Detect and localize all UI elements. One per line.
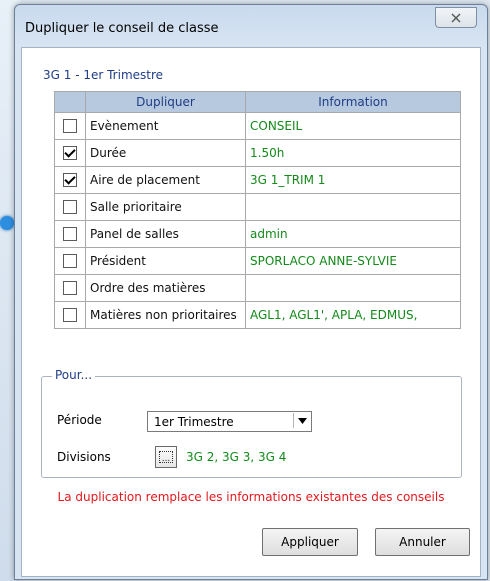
duplicate-checkbox[interactable] — [63, 254, 77, 269]
row-information: 3G 1_TRIM 1 — [245, 166, 461, 194]
table-row: Panel de salles admin — [54, 220, 461, 248]
row-information — [245, 193, 461, 221]
duplicate-checkbox[interactable] — [63, 119, 77, 134]
duplicate-checkbox[interactable] — [63, 227, 77, 242]
table-row: Matières non prioritaires AGL1, AGL1', AP… — [54, 301, 461, 329]
row-label: Salle prioritaire — [85, 193, 246, 221]
periode-dropdown[interactable]: 1er Trimestre — [147, 411, 312, 432]
table-row: Président SPORLACO ANNE-SYLVIE — [54, 247, 461, 275]
periode-label: Période — [57, 413, 102, 427]
dropdown-arrow-icon[interactable] — [293, 413, 310, 428]
row-label: Ordre des matières — [85, 274, 246, 302]
duplicate-checkbox[interactable] — [63, 308, 77, 323]
blue-dot-indicator — [0, 216, 14, 230]
pour-legend: Pour... — [52, 368, 96, 382]
duplicate-table: Dupliquer Information Evènement CONSEIL Du… — [54, 91, 461, 329]
ellipsis-icon: ... — [159, 451, 173, 464]
divisions-picker-button[interactable]: ... — [155, 446, 177, 468]
table-row: Aire de placement 3G 1_TRIM 1 — [54, 166, 461, 194]
header-information: Information — [245, 91, 461, 113]
row-information: CONSEIL — [245, 112, 461, 140]
row-checkbox-cell — [54, 193, 86, 221]
row-information: 1.50h — [245, 139, 461, 167]
apply-button[interactable]: Appliquer — [262, 528, 358, 556]
periode-value: 1er Trimestre — [154, 415, 234, 429]
table-row: Salle prioritaire — [54, 193, 461, 221]
row-checkbox-cell — [54, 301, 86, 329]
row-information: admin — [245, 220, 461, 248]
row-checkbox-cell — [54, 139, 86, 167]
header-checkbox-column — [54, 91, 86, 113]
row-label: Matières non prioritaires — [85, 301, 246, 329]
header-dupliquer: Dupliquer — [85, 91, 246, 113]
dialog-title: Dupliquer le conseil de classe — [25, 21, 219, 36]
row-checkbox-cell — [54, 247, 86, 275]
dialog-client-area: 3G 1 - 1er Trimestre Dupliquer Informati… — [21, 47, 481, 577]
divisions-label: Divisions — [57, 450, 111, 464]
duplicate-checkbox[interactable] — [63, 281, 77, 296]
row-checkbox-cell — [54, 112, 86, 140]
row-label: Panel de salles — [85, 220, 246, 248]
duplicate-checkbox[interactable] — [63, 200, 77, 215]
pour-groupbox: Pour... Période 1er Trimestre Divisions … — [41, 368, 462, 478]
title-bar: Dupliquer le conseil de classe — [15, 5, 487, 47]
close-button[interactable] — [435, 7, 477, 28]
row-information: AGL1, AGL1', APLA, EDMUS, — [245, 301, 461, 329]
row-label: Durée — [85, 139, 246, 167]
row-checkbox-cell — [54, 166, 86, 194]
table-row: Ordre des matières — [54, 274, 461, 302]
row-label: Président — [85, 247, 246, 275]
duplicate-checkbox[interactable] — [63, 146, 77, 161]
warning-message: La duplication remplace les informations… — [57, 490, 445, 504]
divisions-value: 3G 2, 3G 3, 3G 4 — [186, 450, 287, 464]
table-header-row: Dupliquer Information — [54, 91, 461, 113]
dialog-window: Dupliquer le conseil de classe 3G 1 - 1e… — [14, 4, 488, 580]
close-icon — [451, 13, 461, 22]
context-label: 3G 1 - 1er Trimestre — [43, 68, 164, 82]
row-checkbox-cell — [54, 274, 86, 302]
row-label: Evènement — [85, 112, 246, 140]
row-information: SPORLACO ANNE-SYLVIE — [245, 247, 461, 275]
row-checkbox-cell — [54, 220, 86, 248]
duplicate-checkbox[interactable] — [63, 173, 77, 188]
row-information — [245, 274, 461, 302]
cancel-button[interactable]: Annuler — [375, 528, 470, 556]
table-row: Durée 1.50h — [54, 139, 461, 167]
table-row: Evènement CONSEIL — [54, 112, 461, 140]
row-label: Aire de placement — [85, 166, 246, 194]
